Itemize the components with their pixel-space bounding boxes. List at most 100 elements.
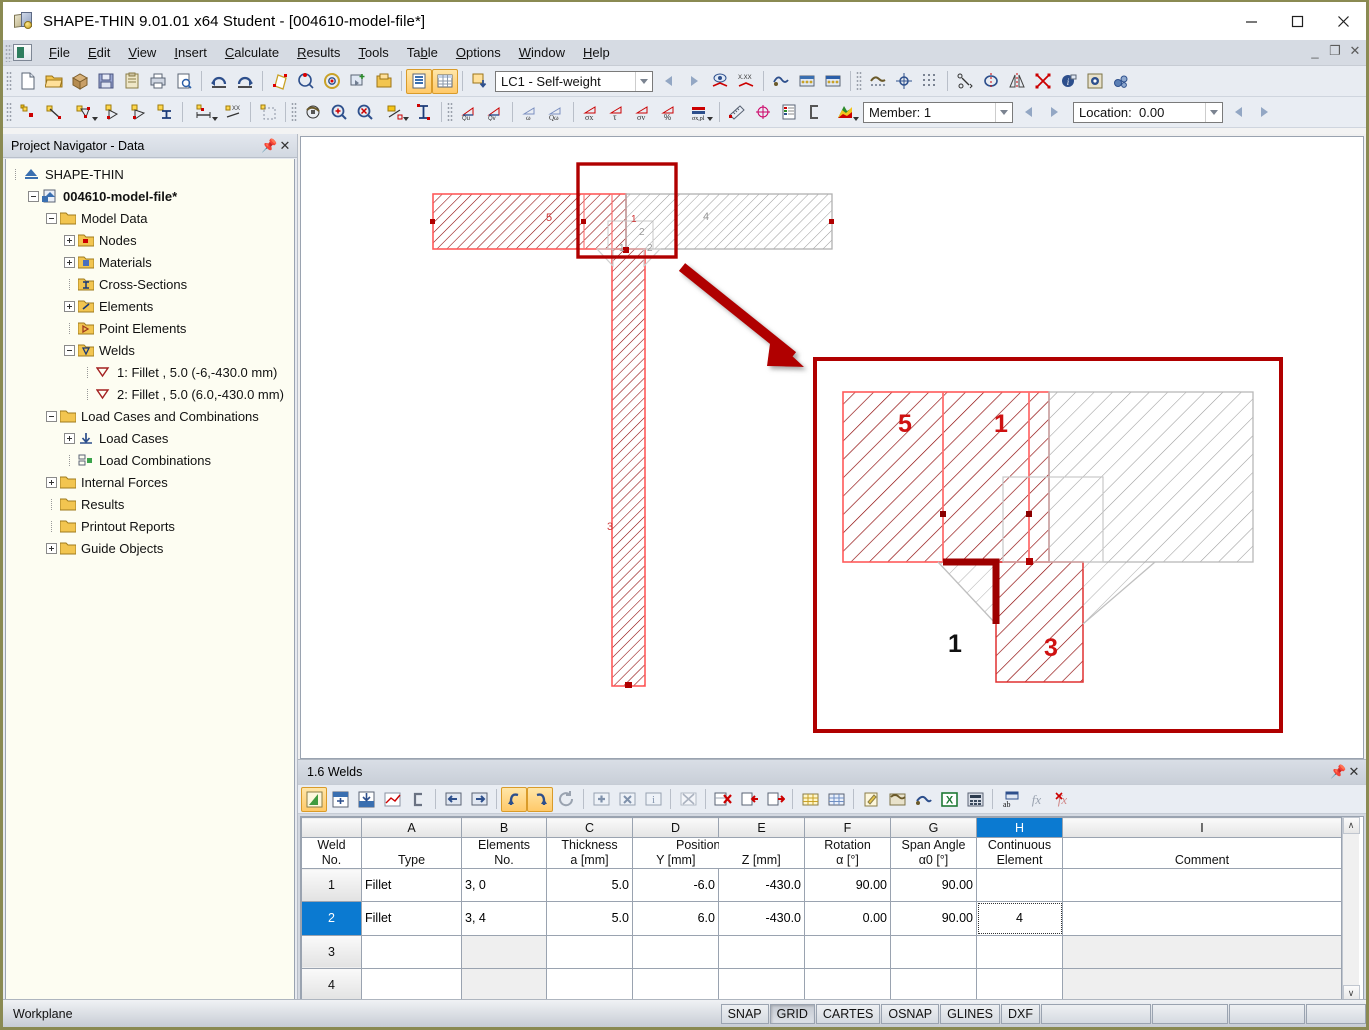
measure-icon[interactable] [724, 100, 750, 125]
show-results-icon[interactable] [707, 69, 733, 94]
expand-icon[interactable] [64, 300, 75, 312]
redo-icon[interactable] [527, 786, 553, 812]
cell-elements[interactable]: 3, 0 [461, 867, 547, 903]
stress-tau-icon[interactable]: τ [604, 100, 630, 125]
delete-object-icon[interactable] [1030, 69, 1056, 94]
status-toggle-snap[interactable]: SNAP [720, 1003, 769, 1024]
expand-icon[interactable] [46, 476, 57, 488]
new-arc-element-icon[interactable] [100, 100, 126, 125]
print-icon[interactable] [145, 69, 171, 94]
cell-continuous-element[interactable] [976, 967, 1063, 1002]
mirror-object-icon[interactable] [1004, 69, 1030, 94]
menu-item-options[interactable]: Options [447, 42, 510, 63]
status-toggle-dxf[interactable]: DXF [1001, 1003, 1040, 1024]
cell-position-y[interactable] [632, 967, 719, 1002]
column-header-g[interactable]: G [890, 817, 977, 838]
cell-rotation[interactable]: 0.00 [804, 901, 891, 936]
cell-type[interactable]: Fillet [361, 901, 462, 936]
cad-canvas[interactable]: 5 4 1 2 1 2 3 5 1 1 3 [300, 136, 1364, 759]
select-all-icon[interactable] [411, 100, 437, 125]
tree-item-1-fillet-5-0-6-430-0-mm[interactable]: 1: Fillet , 5.0 (-6,-430.0 mm) [6, 361, 294, 383]
row-header-2[interactable]: 2 [301, 901, 362, 936]
cell-position-y[interactable]: 6.0 [632, 901, 719, 936]
rotate-object-icon[interactable] [978, 69, 1004, 94]
new-profile-icon[interactable] [152, 100, 178, 125]
chevron-down-icon[interactable] [635, 71, 652, 91]
tree-item-004610-model-file[interactable]: 004610-model-file* [6, 185, 294, 207]
load-case-combo[interactable]: LC1 - Self-weight [495, 70, 653, 92]
tree-item-load-combinations[interactable]: Load Combinations [6, 449, 294, 471]
expand-icon[interactable] [64, 256, 75, 268]
menu-item-window[interactable]: Window [510, 42, 574, 63]
column-header-e[interactable]: E [718, 817, 805, 838]
table-row[interactable]: 4 [301, 967, 1342, 1002]
info-icon[interactable]: i [640, 787, 666, 812]
info-icon[interactable]: i [1056, 69, 1082, 94]
pin-icon[interactable]: 📌 [261, 138, 277, 154]
render-icon[interactable] [300, 100, 326, 125]
chevron-down-icon[interactable] [995, 102, 1012, 122]
scroll-up-button[interactable]: ∧ [1342, 817, 1360, 834]
render-view-icon[interactable] [865, 69, 891, 94]
warping-q-omega-icon[interactable]: Qω [543, 100, 569, 125]
status-toggle-grid[interactable]: GRID [769, 1003, 815, 1024]
tree-item-results[interactable]: Results [6, 493, 294, 515]
open-package-icon[interactable] [67, 69, 93, 94]
apply-load-case-icon[interactable] [467, 69, 493, 94]
tree-item-2-fillet-5-0-6-0-430-0-mm[interactable]: 2: Fillet , 5.0 (6.0,-430.0 mm) [6, 383, 294, 405]
mdi-minimize-button[interactable]: _ [1308, 44, 1322, 59]
remove-right-icon[interactable] [762, 787, 788, 812]
column-header-h[interactable]: H [976, 817, 1063, 838]
cell-comment[interactable] [1062, 967, 1342, 1002]
expand-icon[interactable] [46, 542, 57, 554]
column-header-a[interactable]: A [361, 817, 462, 838]
open-file-icon[interactable] [41, 69, 67, 94]
menu-item-tools[interactable]: Tools [349, 42, 397, 63]
edit-table-icon[interactable] [301, 786, 327, 812]
table-row[interactable]: 3 [301, 934, 1342, 969]
fill-down-icon[interactable] [353, 787, 379, 812]
cell-span-angle[interactable]: 90.00 [890, 867, 977, 903]
remove-left-icon[interactable] [736, 787, 762, 812]
prev-load-case-button[interactable] [655, 69, 681, 94]
cad-drawing[interactable]: 5 4 1 2 1 2 3 5 1 1 3 [301, 137, 1363, 758]
grid-snap-icon[interactable] [891, 69, 917, 94]
cell-position-z[interactable]: -430.0 [718, 867, 805, 903]
show-values-icon[interactable]: X.XX [733, 69, 759, 94]
new-file-icon[interactable] [15, 69, 41, 94]
cell-span-angle[interactable]: 90.00 [890, 901, 977, 936]
toolbar-grip-2[interactable] [856, 71, 862, 91]
grid-blue-icon[interactable] [823, 787, 849, 812]
cell-position-z[interactable]: -430.0 [718, 901, 805, 936]
row-header-4[interactable]: 4 [301, 967, 362, 1002]
undo-icon[interactable] [206, 69, 232, 94]
zoom-in-icon[interactable] [326, 100, 352, 125]
table-vertical-scrollbar[interactable]: ∧ ∨ [1342, 817, 1360, 1002]
print-preview-icon[interactable] [171, 69, 197, 94]
bracket-icon[interactable] [405, 787, 431, 812]
cell-continuous-element[interactable]: 4 [976, 901, 1063, 936]
mdi-close-button[interactable]: ✕ [1348, 43, 1362, 59]
next-location-button[interactable] [1251, 100, 1277, 125]
collapse-icon[interactable] [28, 190, 39, 202]
plastic-stress-icon[interactable]: σx,pl [682, 100, 715, 125]
column-header-d[interactable]: D [632, 817, 719, 838]
toolbar-grip-1[interactable] [6, 71, 12, 91]
options-gear-icon[interactable] [1108, 69, 1134, 94]
tree-item-shape-thin[interactable]: SHAPE-THIN [6, 163, 294, 185]
redo-icon[interactable] [232, 69, 258, 94]
expand-icon[interactable] [64, 432, 75, 444]
save-icon[interactable] [93, 69, 119, 94]
new-folder-icon[interactable] [371, 69, 397, 94]
cell-thickness[interactable] [546, 934, 633, 969]
shear-force-qu-icon[interactable]: Qu [456, 100, 482, 125]
cell-elements[interactable] [461, 967, 547, 1002]
settings-icon[interactable] [884, 787, 910, 812]
menu-item-insert[interactable]: Insert [165, 42, 216, 63]
tree-item-printout-reports[interactable]: Printout Reports [6, 515, 294, 537]
zoom-window-icon[interactable] [378, 100, 411, 125]
new-tapered-element-icon[interactable] [126, 100, 152, 125]
cell-position-y[interactable] [632, 934, 719, 969]
row-header-3[interactable]: 3 [301, 934, 362, 969]
menu-item-edit[interactable]: Edit [79, 42, 119, 63]
